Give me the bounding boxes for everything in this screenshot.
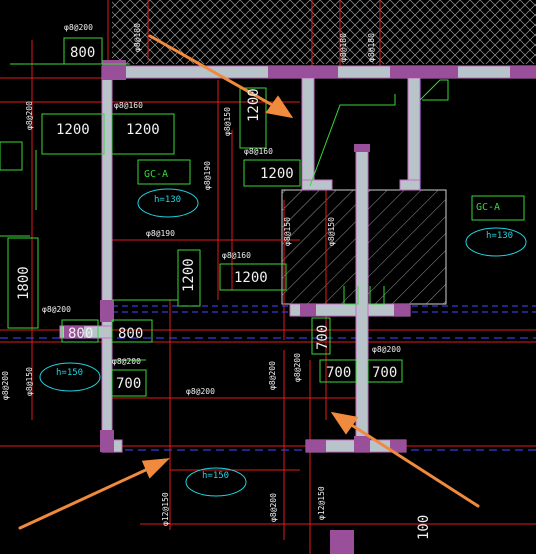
h150-label-bottom: h=150 <box>202 471 229 481</box>
rebar-label: φ8@150 <box>283 217 292 246</box>
rebar-label: φ8@200 <box>269 493 278 522</box>
h130-label-right: h=130 <box>486 231 513 241</box>
rebar-label: φ8@150 <box>223 107 232 136</box>
rebar-lines <box>0 0 536 554</box>
dim-1200-v1: 1200 <box>246 88 262 122</box>
dim-800-mid-a: 800 <box>68 326 93 342</box>
rebar-label: φ8@160 <box>114 101 143 110</box>
dim-700-b: 700 <box>326 365 351 381</box>
rebar-label: φ8@160 <box>222 251 251 260</box>
rebar-label: φ8@190 <box>203 161 212 190</box>
dim-1200-a: 1200 <box>56 122 90 138</box>
dim-1200-d: 1200 <box>234 270 268 286</box>
rebar-label: φ8@180 <box>339 33 348 62</box>
dim-700-a: 700 <box>116 376 141 392</box>
dim-1200-b: 1200 <box>126 122 160 138</box>
rebar-label: φ8@200 <box>64 23 93 32</box>
rebar-label: φ8@200 <box>25 101 34 130</box>
cad-drawing-canvas: 800 1200 1200 1200 1200 1200 1200 1800 8… <box>0 0 536 554</box>
dim-700-v: 700 <box>315 325 331 350</box>
gc-a-label-right: GC-A <box>476 202 500 213</box>
rebar-label: φ8@200 <box>186 387 215 396</box>
dim-700-c: 700 <box>372 365 397 381</box>
rebar-label: φ8@200 <box>1 371 10 400</box>
dim-800-top: 800 <box>70 45 95 61</box>
rebar-label: φ8@200 <box>293 353 302 382</box>
h150-label-left: h=150 <box>56 368 83 378</box>
rebar-label: φ8@200 <box>42 305 71 314</box>
dim-1200-v2: 1200 <box>181 258 197 292</box>
rebar-label: φ8@190 <box>146 229 175 238</box>
h130-label-left: h=130 <box>154 195 181 205</box>
gc-a-label-left: GC-A <box>144 169 168 180</box>
rebar-label: φ8@180 <box>133 23 142 52</box>
rebar-label: φ12@150 <box>317 486 326 520</box>
rebar-label: φ8@160 <box>244 147 273 156</box>
rebar-label: φ12@150 <box>161 492 170 526</box>
dim-100-v: 100 <box>416 515 432 540</box>
rebar-label: φ8@150 <box>25 367 34 396</box>
rebar-label: φ8@200 <box>372 345 401 354</box>
dim-800-mid-b: 800 <box>118 326 143 342</box>
rebar-label: φ8@150 <box>327 217 336 246</box>
dim-1200-c: 1200 <box>260 166 294 182</box>
rebar-label: φ8@200 <box>112 357 141 366</box>
dim-1800-v: 1800 <box>16 266 32 300</box>
rebar-label: φ8@180 <box>367 33 376 62</box>
hatched-void-top <box>112 0 536 64</box>
rebar-label: φ8@200 <box>268 361 277 390</box>
